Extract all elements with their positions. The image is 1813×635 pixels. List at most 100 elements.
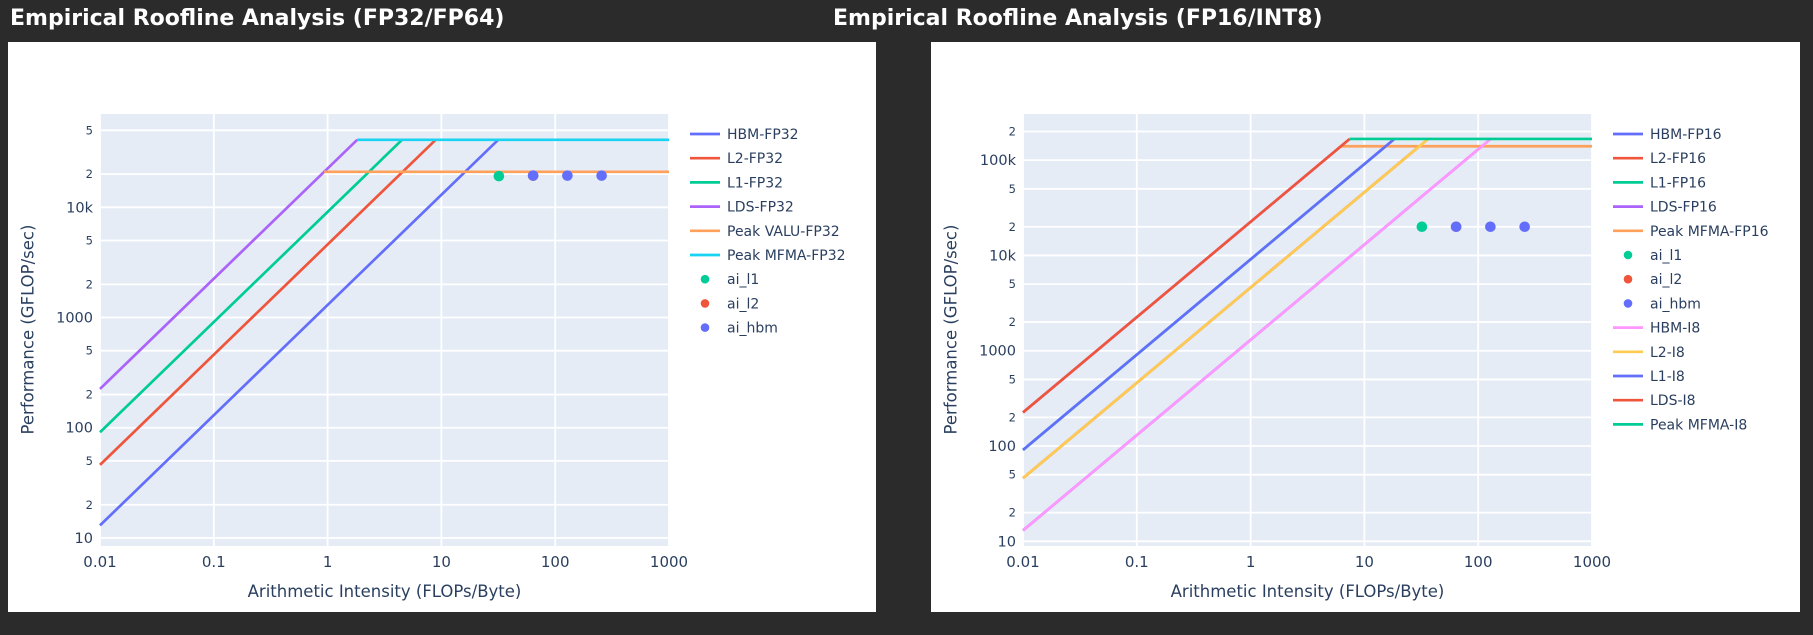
roofline-panel-fp16: 0.010.111010010002100k5210k5210005210052…	[931, 42, 1800, 612]
y-tick-label: 10	[998, 534, 1016, 550]
x-tick-label: 10	[432, 553, 451, 571]
legend-item-label: ai_l1	[727, 272, 759, 288]
legend-swatch-dot	[701, 323, 710, 332]
series-point-ai_l1	[1417, 221, 1428, 232]
y-tick-label: 5	[86, 234, 93, 248]
legend-item-label: ai_hbm	[727, 321, 778, 337]
y-tick-label: 100	[65, 421, 93, 437]
y-tick-label: 100	[988, 439, 1016, 455]
legend-item-label: LDS-FP16	[1650, 200, 1717, 216]
legend-item-L2-FP32[interactable]: L2-FP32	[690, 151, 783, 167]
legend-item-ai_l2[interactable]: ai_l2	[1624, 272, 1683, 288]
series-point-ai_hbm	[562, 170, 573, 181]
series-point-ai_hbm	[528, 170, 539, 181]
legend-item-HBM-FP16[interactable]: HBM-FP16	[1613, 127, 1722, 143]
legend-item-Peak MFMA-FP32[interactable]: Peak MFMA-FP32	[690, 248, 846, 264]
y-tick-label: 5	[86, 454, 93, 468]
series-point-ai_hbm	[1519, 221, 1530, 232]
roofline-panel-fp32: 0.010.111010010005210k521000521005210HBM…	[8, 42, 876, 612]
y-tick-label: 10	[75, 531, 93, 547]
legend-item-Peak MFMA-FP16[interactable]: Peak MFMA-FP16	[1613, 224, 1769, 240]
plot-area	[1023, 114, 1592, 546]
y-tick-label: 2	[1009, 124, 1016, 138]
legend-item-ai_l1[interactable]: ai_l1	[701, 272, 760, 288]
legend-item-L1-FP32[interactable]: L1-FP32	[690, 175, 783, 191]
series-point-ai_hbm	[1451, 221, 1462, 232]
legend-item-label: L1-I8	[1650, 369, 1685, 385]
legend-item-label: HBM-FP32	[727, 127, 799, 143]
legend-item-ai_hbm[interactable]: ai_hbm	[1624, 296, 1701, 312]
legend-item-label: Peak MFMA-FP32	[727, 248, 846, 264]
legend-item-label: L1-FP32	[727, 175, 783, 191]
legend-item-Peak VALU-FP32[interactable]: Peak VALU-FP32	[690, 224, 840, 240]
legend-item-LDS-FP32[interactable]: LDS-FP32	[690, 200, 794, 216]
y-tick-label: 5	[1009, 372, 1016, 386]
y-tick-label: 2	[1009, 315, 1016, 329]
y-tick-label: 2	[86, 277, 93, 291]
legend-item-label: L2-FP32	[727, 151, 783, 167]
legend-item-label: L2-I8	[1650, 345, 1685, 361]
x-tick-label: 0.01	[83, 553, 116, 571]
series-point-ai_hbm	[596, 170, 607, 181]
legend-item-label: L2-FP16	[1650, 151, 1706, 167]
series-point-ai_l1	[494, 171, 505, 182]
legend-item-Peak MFMA-I8[interactable]: Peak MFMA-I8	[1613, 417, 1747, 433]
y-tick-label: 10k	[989, 248, 1016, 264]
legend-item-HBM-I8[interactable]: HBM-I8	[1613, 321, 1700, 337]
plot-area	[100, 114, 669, 546]
y-tick-label: 5	[1009, 182, 1016, 196]
legend-item-label: Peak VALU-FP32	[727, 224, 840, 240]
x-tick-label: 1	[1246, 553, 1256, 571]
y-tick-label: 2	[86, 498, 93, 512]
y-tick-label: 2	[1009, 220, 1016, 234]
y-tick-label: 5	[1009, 277, 1016, 291]
roofline-chart-fp16: 0.010.111010010002100k5210k5210005210052…	[931, 42, 1800, 612]
legend-item-LDS-FP16[interactable]: LDS-FP16	[1613, 200, 1717, 216]
legend-item-ai_l1[interactable]: ai_l1	[1624, 248, 1683, 264]
y-tick-label: 2	[1009, 506, 1016, 520]
legend-item-label: HBM-FP16	[1650, 127, 1722, 143]
legend-swatch-dot	[701, 275, 710, 284]
y-axis-title: Performance (GFLOP/sec)	[942, 160, 961, 500]
chart-title-fp16: Empirical Roofline Analysis (FP16/INT8)	[833, 6, 1323, 31]
legend-item-ai_hbm[interactable]: ai_hbm	[701, 321, 778, 337]
legend-item-label: LDS-FP32	[727, 200, 794, 216]
series-point-ai_hbm	[1485, 221, 1496, 232]
legend-item-label: Peak MFMA-I8	[1650, 417, 1747, 433]
x-tick-label: 0.01	[1006, 553, 1039, 571]
legend-item-label: HBM-I8	[1650, 321, 1700, 337]
y-axis-title: Performance (GFLOP/sec)	[19, 160, 38, 500]
legend-item-label: LDS-I8	[1650, 393, 1696, 409]
legend-swatch-dot	[1624, 299, 1633, 308]
legend-item-ai_l2[interactable]: ai_l2	[701, 296, 760, 312]
legend-item-LDS-I8[interactable]: LDS-I8	[1613, 393, 1696, 409]
legend-item-label: ai_hbm	[1650, 296, 1701, 312]
legend-item-HBM-FP32[interactable]: HBM-FP32	[690, 127, 799, 143]
x-tick-label: 10	[1355, 553, 1374, 571]
legend-item-label: Peak MFMA-FP16	[1650, 224, 1769, 240]
x-tick-label: 1000	[1573, 553, 1611, 571]
legend-swatch-dot	[1624, 275, 1633, 284]
legend-item-L2-FP16[interactable]: L2-FP16	[1613, 151, 1706, 167]
y-tick-label: 5	[1009, 468, 1016, 482]
y-tick-label: 1000	[979, 344, 1016, 360]
legend-swatch-dot	[701, 299, 710, 308]
legend-item-label: ai_l1	[1650, 248, 1682, 264]
legend-item-L1-I8[interactable]: L1-I8	[1613, 369, 1685, 385]
y-tick-label: 100k	[980, 153, 1017, 169]
x-tick-label: 1	[323, 553, 333, 571]
x-axis-title: Arithmetic Intensity (FLOPs/Byte)	[1023, 582, 1592, 601]
y-tick-label: 2	[86, 388, 93, 402]
x-axis-title: Arithmetic Intensity (FLOPs/Byte)	[100, 582, 669, 601]
y-tick-label: 1000	[56, 311, 93, 327]
y-tick-label: 2	[1009, 410, 1016, 424]
legend-item-L1-FP16[interactable]: L1-FP16	[1613, 175, 1706, 191]
x-tick-label: 0.1	[1125, 553, 1149, 571]
legend-item-L2-I8[interactable]: L2-I8	[1613, 345, 1685, 361]
legend-item-label: L1-FP16	[1650, 175, 1706, 191]
chart-title-fp32: Empirical Roofline Analysis (FP32/FP64)	[10, 6, 504, 31]
legend-item-label: ai_l2	[1650, 272, 1682, 288]
legend-item-label: ai_l2	[727, 296, 759, 312]
y-tick-label: 10k	[66, 200, 93, 216]
x-tick-label: 1000	[650, 553, 688, 571]
